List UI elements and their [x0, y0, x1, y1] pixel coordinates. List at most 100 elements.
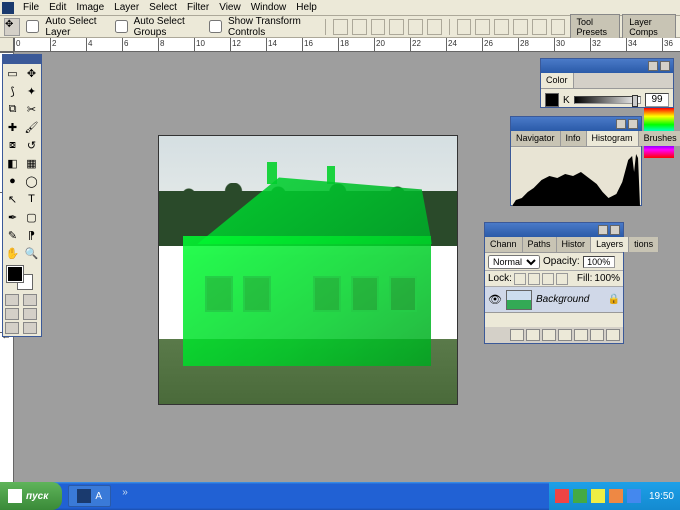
distribute-button[interactable]	[457, 19, 472, 35]
align-button[interactable]	[427, 19, 442, 35]
align-button[interactable]	[371, 19, 386, 35]
document-canvas[interactable]	[158, 135, 458, 405]
layer-mask-button[interactable]	[542, 329, 556, 341]
layer-name[interactable]: Background	[536, 294, 604, 305]
hand-tool[interactable]: ✋	[3, 244, 22, 262]
color-tab[interactable]: Color	[541, 73, 574, 88]
crop-tool[interactable]: ⧉	[3, 100, 22, 118]
menu-file[interactable]: File	[18, 2, 44, 13]
distribute-button[interactable]	[475, 19, 490, 35]
channels-tab[interactable]: Chann	[485, 237, 523, 252]
quicklaunch-chevron-icon[interactable]: »	[119, 487, 131, 505]
lock-paint-icon[interactable]	[528, 273, 540, 285]
show-transform-checkbox[interactable]	[209, 20, 222, 33]
dock-tool-presets-tab[interactable]: Tool Presets	[570, 14, 621, 40]
quick-mask-toggle[interactable]	[5, 294, 19, 306]
menu-edit[interactable]: Edit	[44, 2, 71, 13]
history-brush-tool[interactable]: ↺	[22, 136, 41, 154]
layer-visibility-icon[interactable]: 👁	[488, 293, 502, 306]
align-button[interactable]	[333, 19, 348, 35]
brushes-tab[interactable]: Brushes	[639, 131, 680, 146]
minimize-icon[interactable]	[616, 119, 626, 129]
trash-icon[interactable]	[606, 329, 620, 341]
wand-tool[interactable]: ✦	[22, 82, 41, 100]
panel-foreground-swatch[interactable]	[545, 93, 559, 107]
zoom-tool[interactable]: 🔍	[22, 244, 41, 262]
dock-layer-comps-tab[interactable]: Layer Comps	[622, 14, 676, 40]
lasso-tool[interactable]: ⟆	[3, 82, 22, 100]
minimize-icon[interactable]	[598, 225, 608, 235]
close-icon[interactable]	[628, 119, 638, 129]
group-button[interactable]	[574, 329, 588, 341]
blur-tool[interactable]: ●	[3, 172, 22, 190]
distribute-button[interactable]	[551, 19, 566, 35]
link-layers-button[interactable]	[510, 329, 524, 341]
menu-select[interactable]: Select	[144, 2, 182, 13]
fill-value[interactable]: 100%	[594, 273, 620, 284]
adjustment-layer-button[interactable]	[558, 329, 572, 341]
tray-volume-icon[interactable]	[591, 489, 605, 503]
close-icon[interactable]	[610, 225, 620, 235]
history-tab[interactable]: Histor	[557, 237, 592, 252]
tray-message-icon[interactable]	[609, 489, 623, 503]
layer-style-button[interactable]	[526, 329, 540, 341]
dodge-tool[interactable]: ◯	[22, 172, 41, 190]
distribute-button[interactable]	[494, 19, 509, 35]
actions-tab[interactable]: tions	[629, 237, 659, 252]
tray-shield-icon[interactable]	[555, 489, 569, 503]
tray-network-icon[interactable]	[573, 489, 587, 503]
eyedropper-tool[interactable]: ⁋	[22, 226, 41, 244]
layer-row[interactable]: 👁 Background 🔒	[485, 287, 623, 313]
jump-button[interactable]	[23, 322, 37, 334]
menu-help[interactable]: Help	[291, 2, 322, 13]
taskbar-app-button[interactable]: A	[68, 485, 111, 507]
align-button[interactable]	[408, 19, 423, 35]
lock-move-icon[interactable]	[542, 273, 554, 285]
minimize-icon[interactable]	[648, 61, 658, 71]
slice-tool[interactable]: ✂	[22, 100, 41, 118]
histogram-tab[interactable]: Histogram	[587, 131, 639, 146]
new-layer-button[interactable]	[590, 329, 604, 341]
layer-thumbnail[interactable]	[506, 290, 532, 310]
blend-mode-select[interactable]: Normal	[488, 255, 540, 269]
start-button[interactable]: пуск	[0, 482, 62, 510]
paths-tab[interactable]: Paths	[523, 237, 557, 252]
k-value[interactable]: 99	[645, 93, 669, 107]
close-icon[interactable]	[660, 61, 670, 71]
path-tool[interactable]: ↖	[3, 190, 22, 208]
align-button[interactable]	[389, 19, 404, 35]
ruler-origin[interactable]	[0, 38, 14, 52]
gradient-tool[interactable]: ▦	[22, 154, 41, 172]
info-tab[interactable]: Info	[561, 131, 587, 146]
histogram-titlebar[interactable]	[511, 117, 641, 131]
ruler-horizontal[interactable]: 024681012141618202224262830323436	[14, 38, 680, 52]
layers-titlebar[interactable]	[485, 223, 623, 237]
foreground-color[interactable]	[7, 266, 23, 282]
menu-view[interactable]: View	[214, 2, 246, 13]
navigator-tab[interactable]: Navigator	[511, 131, 561, 146]
brush-tool[interactable]: 🖌	[22, 118, 41, 136]
align-button[interactable]	[352, 19, 367, 35]
notes-tool[interactable]: ✎	[3, 226, 22, 244]
color-swatches[interactable]	[5, 264, 39, 290]
lock-transparent-icon[interactable]	[514, 273, 526, 285]
distribute-button[interactable]	[532, 19, 547, 35]
mode-button[interactable]	[23, 308, 37, 320]
k-slider[interactable]	[574, 96, 641, 104]
move-tool[interactable]: ✥	[22, 64, 41, 82]
auto-select-groups-checkbox[interactable]	[115, 20, 128, 33]
layers-tab[interactable]: Layers	[591, 237, 629, 252]
pen-tool[interactable]: ✒	[3, 208, 22, 226]
active-tool-icon[interactable]: ✥	[4, 18, 20, 36]
type-tool[interactable]: T	[22, 190, 41, 208]
mode-button[interactable]	[5, 308, 19, 320]
screen-mode-toggle[interactable]	[23, 294, 37, 306]
color-panel-titlebar[interactable]	[541, 59, 673, 73]
auto-select-layer-checkbox[interactable]	[26, 20, 39, 33]
shape-tool[interactable]: ▢	[22, 208, 41, 226]
menu-image[interactable]: Image	[71, 2, 109, 13]
menu-filter[interactable]: Filter	[182, 2, 214, 13]
marquee-tool[interactable]: ▭	[3, 64, 22, 82]
lock-all-icon[interactable]	[556, 273, 568, 285]
heal-tool[interactable]: ✚	[3, 118, 22, 136]
